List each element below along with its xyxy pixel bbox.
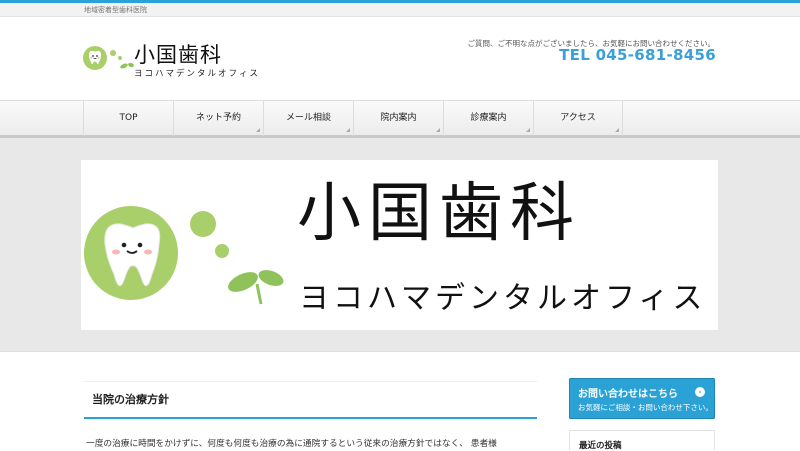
nav-item-mail-consult[interactable]: メール相談 [263, 101, 353, 136]
section-body-text: 一度の治療に時間をかけずに、何度も何度も治療の為に通院するという従来の治療方針で… [86, 439, 497, 449]
hero-title: 小国歯科 [297, 177, 581, 251]
nav-item-net-reservation[interactable]: ネット予約 [173, 101, 263, 136]
submenu-indicator-icon [346, 128, 350, 132]
site-tagline: 地域密着型歯科医院 [84, 6, 147, 14]
nav-item-label: 院内案内 [380, 113, 417, 123]
contact-banner-title: お問い合わせはこちら [578, 389, 678, 400]
nav-item-clinic-guide[interactable]: 院内案内 [353, 101, 443, 136]
recent-posts-title: 最近の投稿 [579, 441, 622, 451]
submenu-indicator-icon [526, 128, 530, 132]
hero-banner: 小国歯科 ヨコハマデンタルオフィス [81, 160, 718, 330]
logo-title[interactable]: 小国歯科 [134, 39, 222, 69]
contact-banner-button[interactable]: お問い合わせはこちら › お気軽にご相談・お問い合わせ下さい。 [569, 378, 715, 419]
contact-banner-subtitle: お気軽にご相談・お問い合わせ下さい。 [578, 403, 713, 412]
main-navigation: TOP ネット予約 メール相談 院内案内 診療案内 アクセス [0, 100, 800, 138]
nav-item-top[interactable]: TOP [83, 101, 173, 136]
section-heading: 当院の治療方針 [84, 381, 537, 419]
tooth-mascot-icon[interactable] [83, 46, 107, 70]
logo-subtitle: ヨコハマデンタルオフィス [134, 69, 260, 79]
tooth-mascot-icon [84, 206, 178, 300]
nav-item-label: アクセス [560, 113, 596, 123]
nav-item-label: メール相談 [285, 113, 331, 123]
leaf-sprout-icon [110, 50, 134, 69]
section-heading-text: 当院の治療方針 [92, 393, 169, 406]
nav-item-access[interactable]: アクセス [533, 101, 623, 136]
tagline-bar: 地域密着型歯科医院 [0, 3, 800, 17]
submenu-indicator-icon [436, 128, 440, 132]
submenu-indicator-icon [615, 128, 619, 132]
phone-number[interactable]: TEL 045-681-8456 [559, 46, 716, 64]
nav-item-treatment-guide[interactable]: 診療案内 [443, 101, 533, 136]
nav-item-label: TOP [119, 113, 138, 123]
submenu-indicator-icon [256, 128, 260, 132]
hero-subtitle: ヨコハマデンタルオフィス [299, 281, 707, 316]
leaf-sprout-icon [190, 211, 284, 305]
nav-item-label: 診療案内 [470, 113, 507, 123]
recent-posts-widget: 最近の投稿 [569, 430, 715, 451]
nav-item-label: ネット予約 [195, 113, 241, 123]
arrow-circle-icon: › [695, 387, 705, 397]
